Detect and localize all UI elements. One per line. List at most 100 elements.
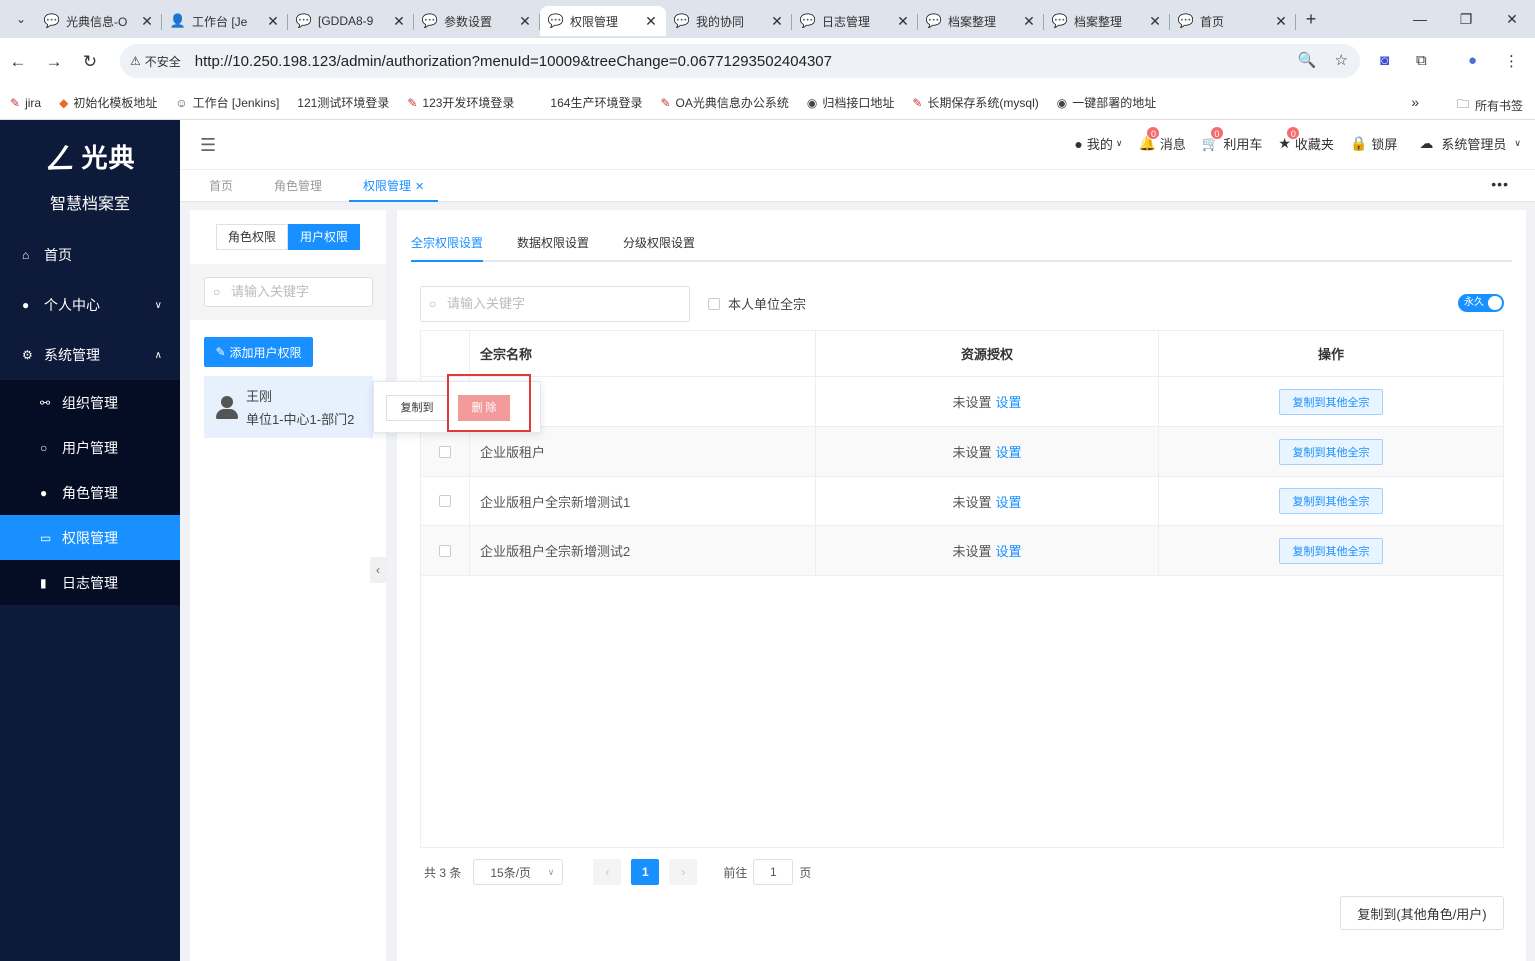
- minimize-icon[interactable]: —: [1397, 0, 1443, 38]
- row-checkbox[interactable]: [439, 544, 451, 557]
- sidebar-item-org[interactable]: ⚯ 组织管理: [0, 380, 180, 425]
- forward-arrow-icon[interactable]: →: [36, 52, 72, 72]
- set-link[interactable]: 设置: [996, 442, 1022, 461]
- close-icon[interactable]: ✕: [770, 13, 784, 30]
- bookmark-item[interactable]: ✎ jira: [10, 96, 41, 110]
- url-text[interactable]: http://10.250.198.123/admin/authorizatio…: [195, 53, 832, 70]
- browser-tab[interactable]: 💬 参数设置 ✕: [414, 6, 540, 36]
- goto-page-input[interactable]: 1: [753, 859, 794, 885]
- close-icon[interactable]: ✕: [415, 181, 424, 193]
- tab-home[interactable]: 首页: [195, 170, 247, 202]
- user-list-item[interactable]: 王刚 单位1-中心1-部门2: [204, 376, 373, 438]
- next-page-button[interactable]: ›: [669, 859, 698, 885]
- copy-to-other-fonds-button[interactable]: 复制到其他全宗: [1279, 537, 1383, 564]
- page-size-select[interactable]: 15条/页 ∨: [473, 859, 564, 885]
- puzzle-extensions-icon[interactable]: ⧉: [1416, 52, 1427, 69]
- own-unit-fonds-checkbox[interactable]: 本人单位全宗: [708, 294, 806, 313]
- sidebar-item-system[interactable]: ⚙ 系统管理 ∧: [0, 330, 180, 380]
- bookmark-item[interactable]: ☺ 工作台 [Jenkins]: [175, 94, 279, 111]
- row-checkbox[interactable]: [439, 495, 451, 507]
- bookmark-item[interactable]: 121测试环境登录: [297, 94, 389, 111]
- prev-page-button[interactable]: ‹: [593, 859, 622, 885]
- copy-to-button[interactable]: 复制到: [386, 395, 448, 421]
- cart-button[interactable]: 🛒 0 利用车: [1202, 126, 1262, 153]
- zoom-icon[interactable]: 🔍: [1298, 51, 1317, 69]
- close-icon[interactable]: ✕: [644, 13, 658, 30]
- browser-tab[interactable]: 💬 光典信息-O ✕: [36, 6, 162, 36]
- bookmark-item[interactable]: 164生产环境登录: [550, 94, 642, 111]
- tab-fonds-permission[interactable]: 全宗权限设置: [411, 232, 484, 262]
- browser-tab[interactable]: 💬 首页 ✕: [1170, 6, 1296, 36]
- extension-icon[interactable]: ◙: [1380, 52, 1389, 69]
- sidebar-item-personal[interactable]: ● 个人中心 ∨: [0, 280, 180, 330]
- bookmark-item[interactable]: ✎ 123开发环境登录: [407, 94, 514, 111]
- user-search-input[interactable]: ○ 请输入关键字: [204, 277, 373, 307]
- copy-to-other-role-user-button[interactable]: 复制到(其他角色/用户): [1340, 896, 1504, 930]
- bookmark-item[interactable]: ◆ 初始化模板地址: [59, 94, 157, 111]
- new-tab-plus-icon[interactable]: +: [1296, 9, 1326, 30]
- sidebar-item-home[interactable]: ⌂ 首页: [0, 230, 180, 280]
- favorites-button[interactable]: ★ 0 收藏夹: [1278, 126, 1334, 153]
- seg-user-permission[interactable]: 用户权限: [288, 224, 360, 250]
- messages-button[interactable]: 🔔 0 消息: [1138, 126, 1186, 153]
- insecure-indicator[interactable]: ⚠ 不安全: [130, 53, 181, 70]
- bookmark-item[interactable]: ✎ OA光典信息办公系统: [660, 94, 788, 111]
- checkbox[interactable]: [708, 297, 720, 310]
- sidebar-item-permissions[interactable]: ▭ 权限管理: [0, 515, 180, 560]
- user-menu[interactable]: ☁ 系统管理员 ∨: [1419, 134, 1521, 153]
- reload-icon[interactable]: ↻: [72, 52, 108, 72]
- fonds-search-input[interactable]: ○ 请输入关键字: [420, 286, 690, 322]
- back-arrow-icon[interactable]: ←: [0, 52, 36, 72]
- sidebar-item-logs[interactable]: ▮ 日志管理: [0, 560, 180, 605]
- page-number-current[interactable]: 1: [631, 859, 660, 885]
- bookmark-star-icon[interactable]: ☆: [1335, 51, 1348, 69]
- bookmark-item[interactable]: ◉ 一键部署的地址: [1057, 94, 1157, 111]
- copy-to-other-fonds-button[interactable]: 复制到其他全宗: [1279, 438, 1383, 465]
- seg-role-permission[interactable]: 角色权限: [216, 224, 288, 250]
- lock-screen-button[interactable]: 🔒 锁屏: [1350, 134, 1397, 153]
- set-link[interactable]: 设置: [996, 492, 1022, 511]
- browser-tab[interactable]: 💬 日志管理 ✕: [792, 6, 918, 36]
- browser-tab[interactable]: 💬 档案整理 ✕: [918, 6, 1044, 36]
- close-icon[interactable]: ✕: [1274, 13, 1288, 30]
- close-icon[interactable]: ✕: [140, 13, 154, 30]
- permanent-toggle[interactable]: 永久: [1458, 294, 1504, 312]
- sidebar-item-users[interactable]: ○ 用户管理: [0, 425, 180, 470]
- collapse-panel-chevron-left-icon[interactable]: ‹: [370, 557, 386, 583]
- tab-level-permission[interactable]: 分级权限设置: [623, 232, 695, 262]
- copy-to-other-fonds-button[interactable]: 复制到其他全宗: [1279, 388, 1383, 415]
- hamburger-menu-icon[interactable]: ☰: [200, 135, 216, 156]
- restore-icon[interactable]: ❐: [1443, 0, 1489, 38]
- close-icon[interactable]: ✕: [1022, 13, 1036, 30]
- kebab-menu-icon[interactable]: ⋮: [1504, 52, 1519, 70]
- add-user-permission-button[interactable]: ✎ 添加用户权限: [204, 337, 313, 367]
- more-dots-icon[interactable]: •••: [1491, 176, 1509, 192]
- bookmark-item[interactable]: ✎ 长期保存系统(mysql): [912, 94, 1038, 111]
- close-icon[interactable]: ✕: [266, 13, 280, 30]
- tab-roles[interactable]: 角色管理: [260, 170, 336, 202]
- bookmarks-overflow-icon[interactable]: »: [1411, 94, 1419, 110]
- profile-icon[interactable]: ●: [1468, 52, 1477, 69]
- browser-tab[interactable]: 💬 我的协同 ✕: [666, 6, 792, 36]
- row-checkbox[interactable]: [439, 445, 451, 458]
- tab-data-permission[interactable]: 数据权限设置: [517, 232, 589, 262]
- browser-tab-active[interactable]: 💬 权限管理 ✕: [540, 6, 666, 36]
- browser-tab[interactable]: 👤 工作台 [Je ✕: [162, 6, 288, 36]
- sidebar-item-roles[interactable]: ● 角色管理: [0, 470, 180, 515]
- close-icon[interactable]: ✕: [1148, 13, 1162, 30]
- bookmark-item[interactable]: ◉ 归档接口地址: [807, 94, 895, 111]
- close-icon[interactable]: ✕: [896, 13, 910, 30]
- close-icon[interactable]: ✕: [518, 13, 532, 30]
- all-bookmarks[interactable]: 🗀 所有书签: [1457, 95, 1523, 116]
- close-icon[interactable]: ✕: [392, 13, 406, 30]
- set-link[interactable]: 设置: [996, 392, 1022, 411]
- set-link[interactable]: 设置: [996, 541, 1022, 560]
- mine-menu[interactable]: ● 我的 ∨: [1074, 134, 1122, 153]
- copy-to-other-fonds-button[interactable]: 复制到其他全宗: [1279, 488, 1383, 514]
- window-close-icon[interactable]: ✕: [1489, 0, 1535, 38]
- tab-search-chevron-icon[interactable]: ⌄: [6, 6, 36, 32]
- tab-permissions[interactable]: 权限管理 ✕: [349, 170, 439, 202]
- browser-tab[interactable]: 💬 档案整理 ✕: [1044, 6, 1170, 36]
- url-bar[interactable]: ⚠ 不安全 http://10.250.198.123/admin/authori…: [120, 44, 1360, 78]
- browser-tab[interactable]: 💬 [GDDA8-9 ✕: [288, 6, 414, 36]
